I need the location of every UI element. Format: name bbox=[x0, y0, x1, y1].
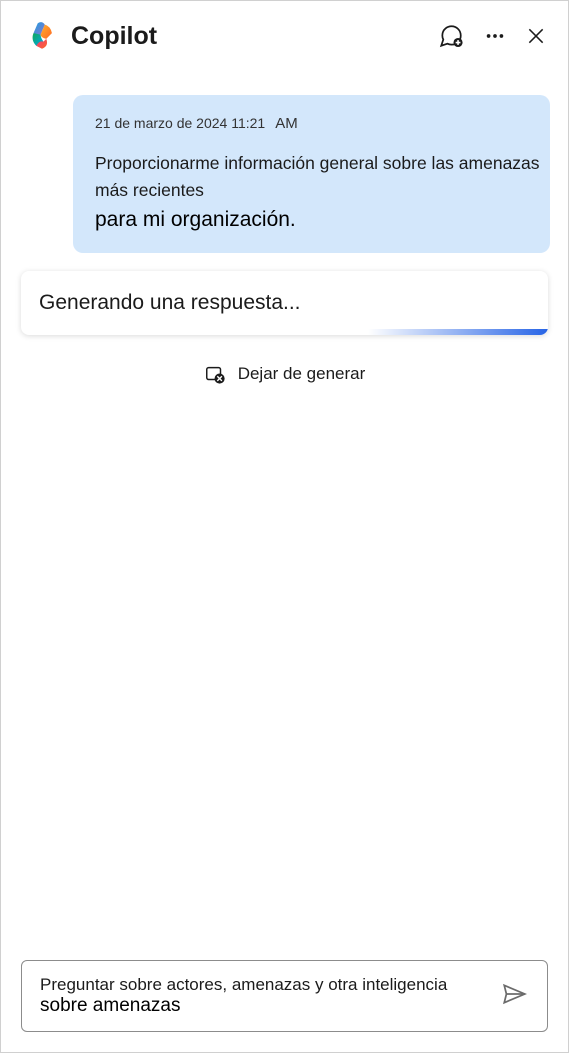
stop-label: Dejar de generar bbox=[238, 364, 366, 384]
input-placeholder-line2: sobre amenazas bbox=[40, 995, 485, 1017]
send-button[interactable] bbox=[497, 977, 531, 1016]
app-title: Copilot bbox=[71, 22, 426, 51]
message-text-line2: para mi organización. bbox=[95, 204, 540, 236]
chat-area: 21 de marzo de 2024 11:21 AM Proporciona… bbox=[1, 67, 568, 942]
header-actions bbox=[438, 23, 546, 49]
user-message: 21 de marzo de 2024 11:21 AM Proporciona… bbox=[73, 95, 550, 253]
generating-text: Generando una respuesta... bbox=[39, 291, 530, 315]
header: Copilot bbox=[1, 1, 568, 67]
input-placeholder-line1: Preguntar sobre actores, amenazas y otra… bbox=[40, 975, 485, 995]
input-bar[interactable]: Preguntar sobre actores, amenazas y otra… bbox=[21, 960, 548, 1032]
input-text-wrapper[interactable]: Preguntar sobre actores, amenazas y otra… bbox=[40, 975, 485, 1017]
stop-icon bbox=[204, 363, 226, 385]
copilot-logo-icon bbox=[25, 19, 59, 53]
new-chat-icon[interactable] bbox=[438, 23, 464, 49]
message-date: 21 de marzo de 2024 11:21 bbox=[95, 113, 265, 134]
stop-generating-button[interactable]: Dejar de generar bbox=[19, 363, 550, 385]
more-icon[interactable] bbox=[484, 25, 506, 47]
close-icon[interactable] bbox=[526, 26, 546, 46]
message-text-line1: Proporcionarme información general sobre… bbox=[95, 150, 540, 204]
message-ampm: AM bbox=[275, 113, 298, 136]
message-timestamp: 21 de marzo de 2024 11:21 AM bbox=[95, 113, 540, 136]
generating-card: Generando una respuesta... bbox=[21, 271, 548, 335]
